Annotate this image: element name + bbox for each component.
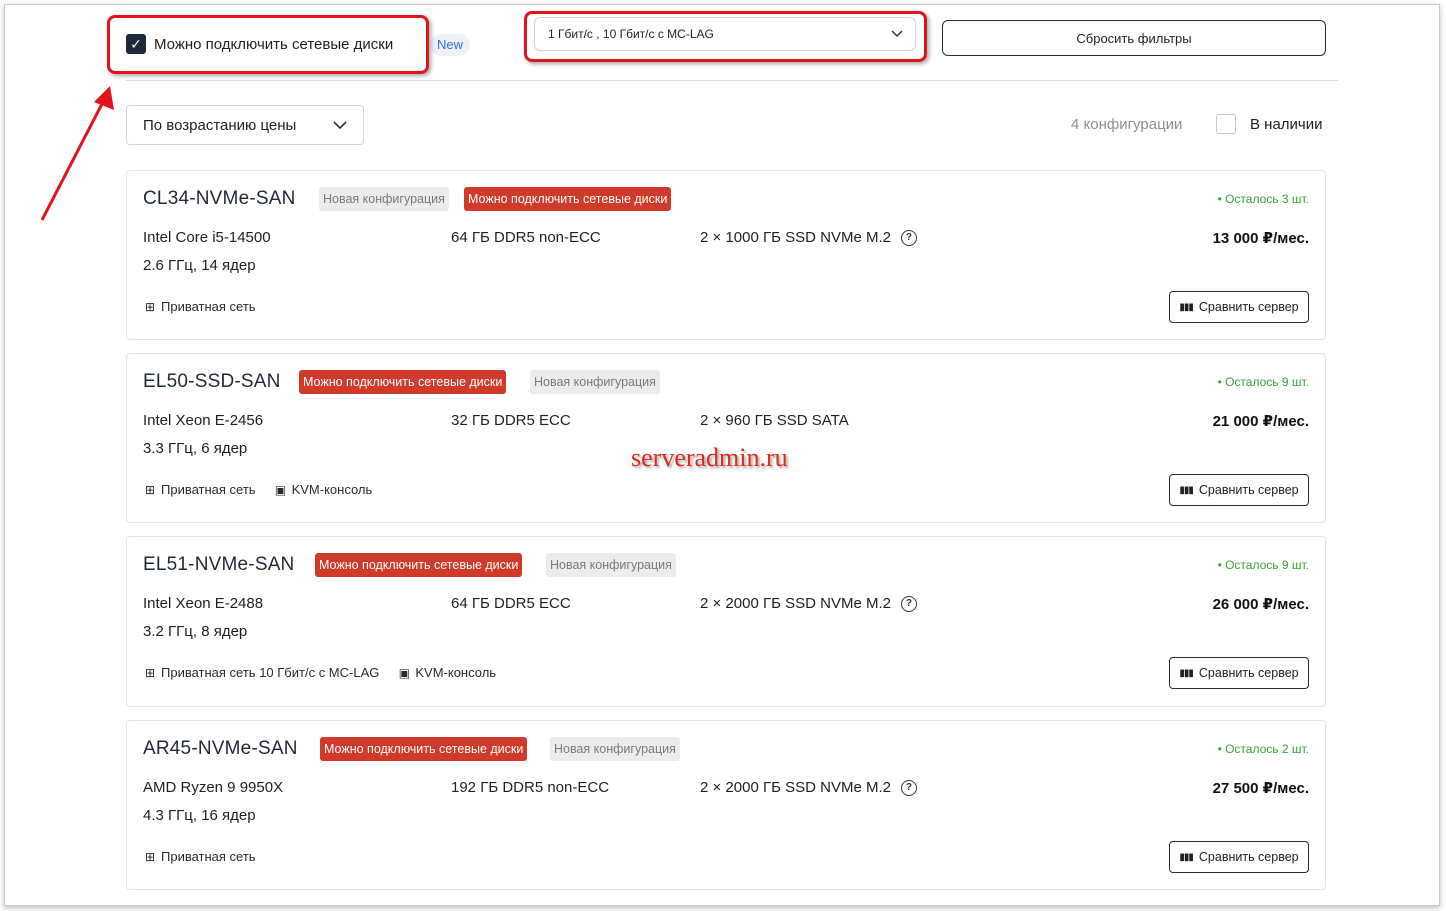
server-card[interactable]: EL51-NVMe-SAN Можно подключить сетевые д… — [126, 536, 1326, 707]
disk-spec: 2 × 2000 ГБ SSD NVMe M.2 ? — [700, 595, 917, 612]
feature-kvm-console: ▣ KVM-консоль — [397, 665, 496, 680]
cpu-frequency: 3.2 ГГц, 8 ядер — [143, 623, 248, 640]
feature-label: KVM-консоль — [291, 482, 373, 497]
compare-label: Сравнить сервер — [1198, 850, 1299, 864]
feature-label: Приватная сеть — [161, 482, 256, 497]
ram-spec: 32 ГБ DDR5 ECC — [451, 412, 571, 429]
compare-label: Сравнить сервер — [1198, 300, 1299, 314]
new-config-badge: Новая конфигурация — [530, 370, 660, 394]
network-icon: ⊞ — [144, 665, 156, 680]
filters-divider — [126, 80, 1338, 81]
compare-label: Сравнить сервер — [1198, 666, 1299, 680]
price: 26 000 ₽/мес. — [1212, 596, 1309, 613]
cpu-frequency: 3.3 ГГц, 6 ядер — [143, 440, 248, 457]
disk-spec: 2 × 960 ГБ SSD SATA — [700, 412, 849, 429]
disk-spec-text: 2 × 1000 ГБ SSD NVMe M.2 — [700, 229, 891, 246]
network-icon: ⊞ — [144, 482, 156, 497]
network-icon: ⊞ — [144, 299, 156, 314]
compare-server-button[interactable]: ▮▮▮ Сравнить сервер — [1169, 474, 1309, 506]
cpu-frequency: 4.3 ГГц, 16 ядер — [143, 807, 256, 824]
bar-chart-icon: ▮▮▮ — [1179, 667, 1193, 679]
feature-private-network: ⊞ Приватная сеть — [143, 482, 256, 497]
disk-spec: 2 × 1000 ГБ SSD NVMe M.2 ? — [700, 229, 917, 246]
help-icon[interactable]: ? — [900, 595, 917, 612]
bar-chart-icon: ▮▮▮ — [1179, 851, 1193, 863]
cpu-model: AMD Ryzen 9 9950X — [143, 779, 284, 796]
compare-label: Сравнить сервер — [1198, 483, 1299, 497]
price: 27 500 ₽/мес. — [1212, 780, 1309, 797]
terminal-icon: ▣ — [398, 665, 411, 680]
feature-private-network: ⊞ Приватная сеть — [143, 849, 256, 864]
price: 21 000 ₽/мес. — [1212, 413, 1309, 430]
disk-spec-text: 2 × 960 ГБ SSD SATA — [700, 412, 849, 429]
feature-private-network: ⊞ Приватная сеть — [143, 299, 256, 314]
network-disks-badge: Можно подключить сетевые диски — [320, 737, 528, 761]
in-stock-checkbox[interactable] — [1216, 114, 1236, 134]
stock-status: • Осталось 9 шт. — [1217, 558, 1309, 572]
cpu-model: Intel Xeon E-2456 — [143, 412, 264, 429]
in-stock-label: В наличии — [1250, 116, 1323, 133]
reset-filters-button[interactable]: Сбросить фильтры — [942, 20, 1326, 56]
watermark: serveradmin.ru — [631, 443, 788, 472]
feature-label: Приватная сеть — [161, 299, 256, 314]
server-card[interactable]: AR45-NVMe-SAN Можно подключить сетевые д… — [126, 720, 1326, 890]
annotation-arrow — [40, 86, 114, 221]
feature-label: Приватная сеть — [161, 849, 256, 864]
new-config-badge: Новая конфигурация — [550, 737, 680, 761]
server-name[interactable]: EL50-SSD-SAN — [143, 371, 281, 393]
stock-status: • Осталось 9 шт. — [1217, 375, 1309, 389]
server-card[interactable]: CL34-NVMe-SAN Новая конфигурация Можно п… — [126, 170, 1326, 340]
server-name[interactable]: CL34-NVMe-SAN — [143, 188, 296, 210]
features-list: ⊞ Приватная сеть — [143, 849, 274, 864]
server-name[interactable]: EL51-NVMe-SAN — [143, 554, 294, 576]
terminal-icon: ▣ — [274, 482, 287, 497]
bar-chart-icon: ▮▮▮ — [1179, 301, 1193, 313]
highlight-box-select — [524, 11, 927, 62]
highlight-box-checkbox — [107, 15, 429, 74]
network-icon: ⊞ — [144, 849, 156, 864]
compare-server-button[interactable]: ▮▮▮ Сравнить сервер — [1169, 657, 1309, 689]
ram-spec: 64 ГБ DDR5 ECC — [451, 595, 571, 612]
network-disks-badge: Можно подключить сетевые диски — [315, 553, 523, 577]
features-list: ⊞ Приватная сеть — [143, 299, 274, 314]
ram-spec: 64 ГБ DDR5 non-ECC — [451, 229, 601, 246]
feature-kvm-console: ▣ KVM-консоль — [274, 482, 373, 497]
new-config-badge: Новая конфигурация — [546, 553, 676, 577]
server-name[interactable]: AR45-NVMe-SAN — [143, 738, 298, 760]
network-disks-badge: Можно подключить сетевые диски — [464, 187, 672, 211]
disk-spec-text: 2 × 2000 ГБ SSD NVMe M.2 — [700, 595, 891, 612]
help-icon[interactable]: ? — [900, 229, 917, 246]
price: 13 000 ₽/мес. — [1212, 230, 1309, 247]
feature-label: KVM-консоль — [415, 665, 497, 680]
new-badge: New — [430, 34, 471, 56]
server-card[interactable]: EL50-SSD-SAN Можно подключить сетевые ди… — [126, 353, 1326, 523]
cpu-model: Intel Xeon E-2488 — [143, 595, 264, 612]
sort-select[interactable]: По возрастанию цены — [126, 105, 364, 145]
compare-server-button[interactable]: ▮▮▮ Сравнить сервер — [1169, 291, 1309, 323]
help-icon[interactable]: ? — [900, 779, 917, 796]
disk-spec-text: 2 × 2000 ГБ SSD NVMe M.2 — [700, 779, 891, 796]
cpu-model: Intel Core i5-14500 — [143, 229, 271, 246]
ram-spec: 192 ГБ DDR5 non-ECC — [451, 779, 610, 796]
new-config-badge: Новая конфигурация — [319, 187, 449, 211]
stock-status: • Осталось 2 шт. — [1217, 742, 1309, 756]
chevron-down-icon — [333, 120, 347, 129]
compare-server-button[interactable]: ▮▮▮ Сравнить сервер — [1169, 841, 1309, 873]
network-disks-badge: Можно подключить сетевые диски — [299, 370, 507, 394]
feature-private-network: ⊞ Приватная сеть 10 Гбит/с с MC-LAG — [143, 665, 379, 680]
bar-chart-icon: ▮▮▮ — [1179, 484, 1193, 496]
features-list: ⊞ Приватная сеть ▣ KVM-консоль — [143, 482, 390, 497]
disk-spec: 2 × 2000 ГБ SSD NVMe M.2 ? — [700, 779, 917, 796]
feature-label: Приватная сеть 10 Гбит/с с MC-LAG — [161, 665, 380, 680]
config-count: 4 конфигурации — [1071, 116, 1183, 133]
cpu-frequency: 2.6 ГГц, 14 ядер — [143, 257, 256, 274]
sort-value: По возрастанию цены — [143, 116, 297, 134]
stock-status: • Осталось 3 шт. — [1217, 192, 1309, 206]
features-list: ⊞ Приватная сеть 10 Гбит/с с MC-LAG ▣ KV… — [143, 665, 514, 680]
